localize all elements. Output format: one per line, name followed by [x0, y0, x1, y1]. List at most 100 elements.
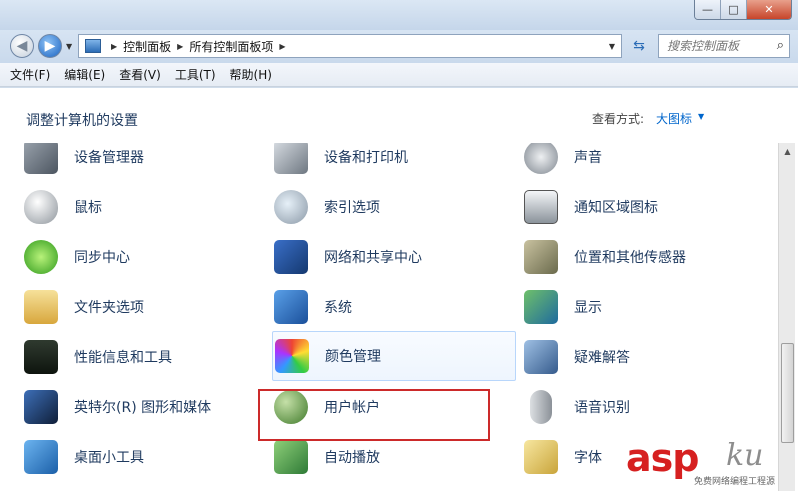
close-button[interactable]: ✕: [747, 0, 791, 19]
item-label: 位置和其他传感器: [574, 250, 686, 266]
item-label: 英特尔(R) 图形和媒体: [74, 400, 212, 416]
system-icon: [274, 290, 308, 324]
item-label: 文件夹选项: [74, 300, 144, 316]
chevron-down-icon[interactable]: ▼: [698, 112, 704, 121]
menu-file[interactable]: 文件(F): [10, 66, 50, 83]
chevron-right-icon[interactable]: ▶: [279, 42, 285, 51]
title-bar: — □ ✕: [0, 0, 798, 30]
menu-edit[interactable]: 编辑(E): [64, 66, 105, 83]
page-title: 调整计算机的设置: [26, 113, 138, 129]
search-icon[interactable]: ⌕: [777, 38, 784, 53]
item-label: 设备管理器: [74, 150, 144, 166]
item-label: 桌面小工具: [74, 450, 144, 466]
item-display[interactable]: 显示: [524, 285, 764, 329]
item-label: 颜色管理: [325, 349, 381, 365]
item-network[interactable]: 网络和共享中心: [274, 235, 514, 279]
control-panel-icon: [85, 39, 101, 53]
microphone-icon: [530, 390, 552, 424]
breadcrumb-control-panel[interactable]: 控制面板: [123, 38, 171, 55]
performance-icon: [24, 340, 58, 374]
item-folder-options[interactable]: 文件夹选项: [24, 285, 264, 329]
item-label: 疑难解答: [574, 350, 630, 366]
desktop-gadgets-icon: [24, 440, 58, 474]
item-label: 显示: [574, 300, 602, 316]
autoplay-icon: [274, 440, 308, 474]
view-by-dropdown[interactable]: 大图标: [656, 110, 692, 127]
sound-icon: [524, 143, 558, 174]
notification-area-icon: [524, 190, 558, 224]
menu-help[interactable]: 帮助(H): [230, 66, 272, 83]
forward-button[interactable]: ▶: [38, 34, 62, 58]
chevron-right-icon[interactable]: ▶: [177, 42, 183, 51]
scroll-up-icon[interactable]: ▲: [779, 143, 796, 160]
item-performance[interactable]: 性能信息和工具: [24, 335, 264, 379]
devices-printers-icon: [274, 143, 308, 174]
folder-options-icon: [24, 290, 58, 324]
content-pane: 调整计算机的设置 查看方式: 大图标 ▼ 设备管理器 设备和打印机 声音 鼠标 …: [0, 88, 798, 491]
highlight-annotation: [258, 389, 490, 441]
item-label: 性能信息和工具: [74, 350, 172, 366]
item-label: 通知区域图标: [574, 200, 658, 216]
item-devices-printers[interactable]: 设备和打印机: [274, 143, 514, 179]
scroll-thumb[interactable]: [781, 343, 794, 443]
item-label: 设备和打印机: [324, 150, 408, 166]
window-controls: — □ ✕: [694, 0, 792, 20]
address-row: ◀ ▶ ▼ ▶ 控制面板 ▶ 所有控制面板项 ▶ ▼ ⇆ ⌕: [0, 30, 798, 63]
address-dropdown-icon[interactable]: ▼: [609, 42, 615, 51]
item-desktop-gadgets[interactable]: 桌面小工具: [24, 435, 264, 479]
item-device-manager[interactable]: 设备管理器: [24, 143, 264, 179]
menu-view[interactable]: 查看(V): [119, 66, 161, 83]
network-icon: [274, 240, 308, 274]
sync-center-icon: [24, 240, 58, 274]
search-input[interactable]: [667, 39, 767, 53]
item-label: 声音: [574, 150, 602, 166]
watermark: asp ku 免费网络编程工程源: [626, 436, 798, 491]
back-button[interactable]: ◀: [10, 34, 34, 58]
item-label: 索引选项: [324, 200, 380, 216]
item-mouse[interactable]: 鼠标: [24, 185, 264, 229]
fonts-icon: [524, 440, 558, 474]
item-autoplay[interactable]: 自动播放: [274, 435, 514, 479]
item-intel-graphics[interactable]: 英特尔(R) 图形和媒体: [24, 385, 264, 429]
intel-graphics-icon: [24, 390, 58, 424]
display-icon: [524, 290, 558, 324]
arrow-left-icon: ◀: [16, 38, 28, 54]
item-system[interactable]: 系统: [274, 285, 514, 329]
item-label: 字体: [574, 450, 602, 466]
item-label: 语音识别: [574, 400, 630, 416]
watermark-brand-suffix: ku: [726, 438, 764, 473]
menu-bar: 文件(F) 编辑(E) 查看(V) 工具(T) 帮助(H): [0, 63, 798, 87]
troubleshooting-icon: [524, 340, 558, 374]
arrow-right-icon: ▶: [44, 38, 56, 54]
search-box[interactable]: ⌕: [658, 34, 790, 58]
item-speech-recognition[interactable]: 语音识别: [524, 385, 764, 429]
item-location-sensors[interactable]: 位置和其他传感器: [524, 235, 764, 279]
maximize-button[interactable]: □: [721, 0, 747, 19]
item-sync-center[interactable]: 同步中心: [24, 235, 264, 279]
refresh-icon: ⇆: [633, 38, 645, 54]
indexing-icon: [274, 190, 308, 224]
menu-tools[interactable]: 工具(T): [175, 66, 216, 83]
watermark-subtitle: 免费网络编程工程源: [694, 477, 776, 487]
watermark-brand: asp: [626, 436, 699, 480]
item-indexing[interactable]: 索引选项: [274, 185, 514, 229]
refresh-button[interactable]: ⇆: [626, 34, 652, 58]
location-sensors-icon: [524, 240, 558, 274]
chevron-right-icon[interactable]: ▶: [111, 42, 117, 51]
item-label: 同步中心: [74, 250, 130, 266]
device-manager-icon: [24, 143, 58, 174]
item-notification-area[interactable]: 通知区域图标: [524, 185, 764, 229]
address-bar[interactable]: ▶ 控制面板 ▶ 所有控制面板项 ▶ ▼: [78, 34, 622, 58]
color-management-icon: [275, 339, 309, 373]
item-label: 自动播放: [324, 450, 380, 466]
item-troubleshooting[interactable]: 疑难解答: [524, 335, 764, 379]
item-sound[interactable]: 声音: [524, 143, 764, 179]
view-by-label: 查看方式:: [592, 112, 645, 126]
minimize-button[interactable]: —: [695, 0, 721, 19]
breadcrumb-all-items[interactable]: 所有控制面板项: [189, 38, 273, 55]
item-label: 系统: [324, 300, 352, 316]
item-label: 鼠标: [74, 200, 102, 216]
item-color-management[interactable]: 颜色管理: [272, 331, 516, 381]
recent-pages-dropdown[interactable]: ▼: [66, 42, 72, 51]
mouse-icon: [24, 190, 58, 224]
